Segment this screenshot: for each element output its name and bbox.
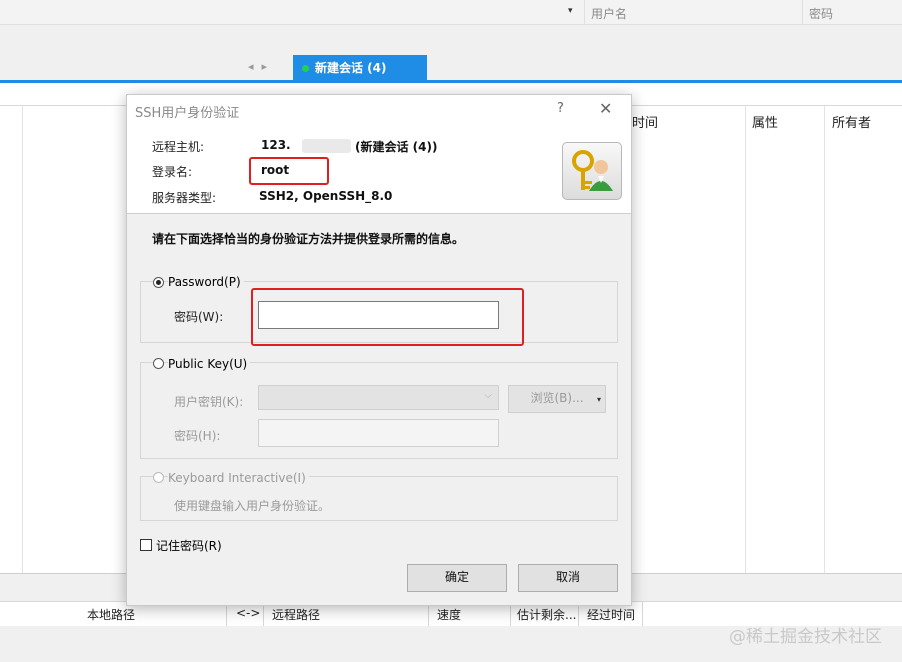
password-highlight-box [251,288,524,346]
column-elapsed-time[interactable]: 经过时间 [587,606,635,623]
top-header-bar: ▾ 用户名 密码 [0,0,902,25]
keyboard-interactive-desc: 使用键盘输入用户身份验证。 [174,499,331,513]
remote-host-session: (新建会话 (4)) [355,140,438,154]
ok-button[interactable]: 确定 [407,564,507,592]
tab-session-label: 新建会话 (4) [315,61,387,75]
chevron-down-icon: ⌵ [484,390,492,401]
column-direction[interactable]: <-> [236,606,260,620]
close-icon[interactable]: ✕ [599,99,612,118]
watermark: @稀土掘金技术社区 [729,627,882,647]
server-type-label: 服务器类型: [152,191,217,205]
instruction-text: 请在下面选择恰当的身份验证方法并提供登录所需的信息。 [152,232,465,246]
redacted-host [302,139,351,153]
column-local-path[interactable]: 本地路径 [87,606,135,623]
password-label: 密码(W): [174,310,224,324]
key-user-icon [562,142,622,200]
public-key-option-label[interactable]: Public Key(U) [168,357,251,371]
server-type-value: SSH2, OpenSSH_8.0 [259,189,393,203]
tab-nav-arrows-icon[interactable]: ◂▸ [248,60,275,73]
column-password: 密码 [809,7,834,21]
tab-session[interactable]: 新建会话 (4) [293,55,427,81]
help-button[interactable]: ? [557,101,564,116]
password-option-label[interactable]: Password(P) [168,275,244,289]
column-remote-path[interactable]: 远程路径 [272,606,320,623]
keyboard-interactive-radio[interactable] [153,472,164,483]
passphrase-label: 密码(H): [174,429,221,443]
public-key-radio[interactable] [153,358,164,369]
connected-dot-icon [302,65,309,72]
column-owner[interactable]: 所有者 [832,112,871,131]
dialog-titlebar[interactable]: SSH用户身份验证 ? ✕ [127,95,631,125]
column-attributes[interactable]: 属性 [752,112,778,131]
column-time-remaining[interactable]: 估计剩余... [517,606,576,623]
browse-button[interactable]: 浏览(B)... ▾ [508,385,606,413]
ssh-auth-dialog: SSH用户身份验证 ? ✕ 远程主机: 123. (新建会话 (4)) 登录名:… [126,94,632,606]
remember-password-label[interactable]: 记住密码(R) [156,537,222,554]
passphrase-field[interactable] [258,419,499,447]
browse-button-label: 浏览(B)... [530,391,584,405]
user-key-select[interactable]: ⌵ [258,385,499,410]
user-key-label: 用户密钥(K): [174,395,244,409]
password-radio[interactable] [153,277,164,288]
remember-password-checkbox[interactable] [140,539,152,551]
login-name-label: 登录名: [152,165,193,179]
login-highlight-box [249,157,329,185]
dropdown-arrow-icon[interactable]: ▾ [568,6,573,16]
column-username: 用户名 [591,7,628,21]
keyboard-interactive-label[interactable]: Keyboard Interactive(I) [168,471,309,485]
browse-dropdown-icon[interactable]: ▾ [597,387,601,412]
dialog-title: SSH用户身份验证 [135,106,240,121]
connection-info-panel: 远程主机: 123. (新建会话 (4)) 登录名: root 服务器类型: S… [127,125,631,214]
cancel-button[interactable]: 取消 [518,564,618,592]
remote-host-label: 远程主机: [152,140,205,154]
column-time[interactable]: 时间 [632,112,658,131]
remote-host-value: 123. [261,138,291,152]
column-speed[interactable]: 速度 [437,606,461,623]
